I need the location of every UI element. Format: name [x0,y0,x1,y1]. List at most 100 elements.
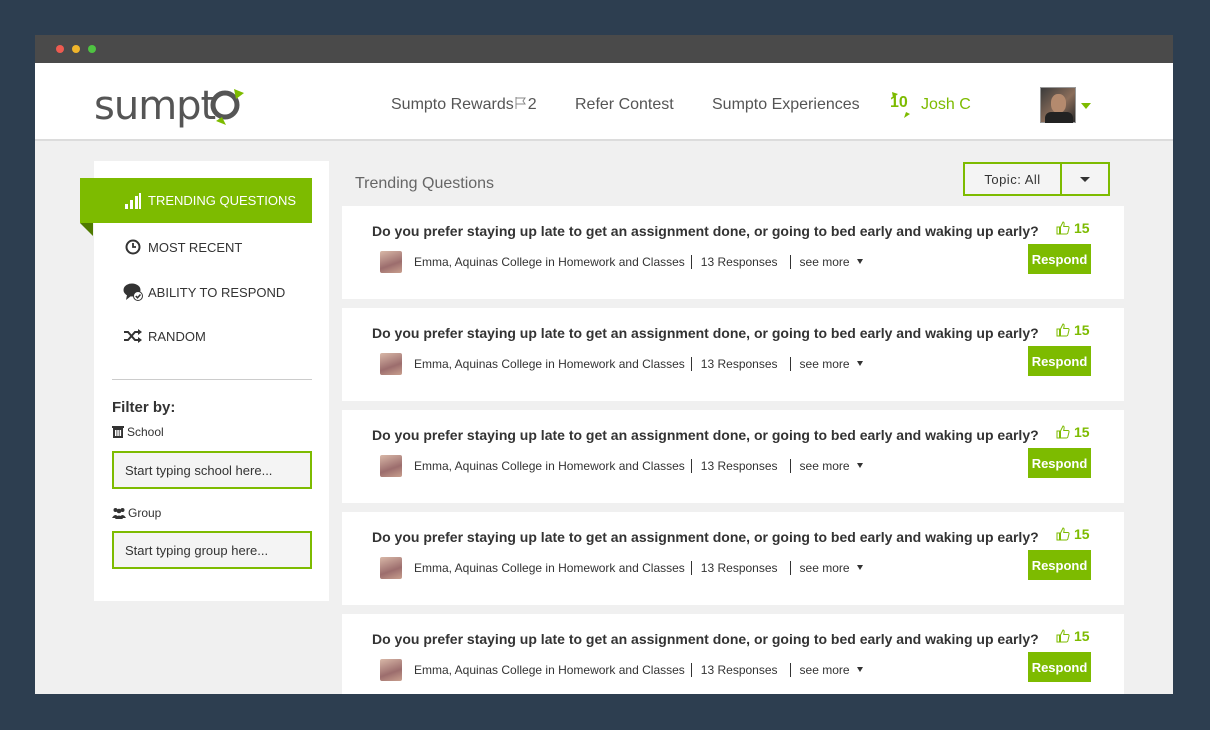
respond-button[interactable]: Respond [1028,244,1091,274]
flag-icon [515,97,526,109]
author-avatar[interactable] [380,659,402,681]
like-button[interactable]: 15 [1056,526,1090,542]
nav-experiences-link[interactable]: Sumpto Experiences [712,96,860,114]
question-card[interactable]: Do you prefer staying up late to get an … [342,206,1124,299]
sidebar-item-most-recent[interactable]: MOST RECENT [123,238,242,256]
see-more-label: see more [799,663,850,677]
see-more-label: see more [799,561,850,575]
author-avatar[interactable] [380,557,402,579]
nav-rewards-label: Sumpto Rewards [391,96,514,113]
response-count[interactable]: 13 Responses [701,459,778,473]
thumbs-up-icon [1056,323,1070,337]
close-window-dot[interactable] [56,45,64,53]
window-titlebar [35,35,1173,63]
avatar[interactable] [1040,87,1076,123]
see-more-label: see more [799,357,850,371]
see-more-link[interactable]: see more [800,255,863,269]
bar-chart-icon [123,192,143,210]
question-text[interactable]: Do you prefer staying up late to get an … [372,325,1039,341]
group-search-input[interactable] [112,531,312,569]
see-more-link[interactable]: see more [800,357,863,371]
like-button[interactable]: 15 [1056,220,1090,236]
question-author[interactable]: Emma, Aquinas College in Homework and Cl… [414,357,685,371]
question-author[interactable]: Emma, Aquinas College in Homework and Cl… [414,255,685,269]
minimize-window-dot[interactable] [72,45,80,53]
meta-separator [789,357,791,371]
topic-selected-value[interactable]: Topic: All [965,164,1062,194]
topic-dropdown-toggle[interactable] [1062,164,1108,194]
logo-icon: sumpt [94,83,244,129]
see-more-label: see more [799,459,850,473]
see-more-link[interactable]: see more [800,663,863,677]
meta-separator [690,459,692,473]
sidebar-item-ability-to-respond[interactable]: ABILITY TO RESPOND [123,283,285,301]
meta-separator [789,561,791,575]
question-author[interactable]: Emma, Aquinas College in Homework and Cl… [414,663,685,677]
author-avatar[interactable] [380,251,402,273]
nav-refer-contest-link[interactable]: Refer Contest [575,96,674,114]
response-count[interactable]: 13 Responses [701,255,778,269]
respond-button[interactable]: Respond [1028,652,1091,682]
browser-window: sumpt Sumpto Rewards 2 Refer Contest Sump… [35,35,1173,694]
response-count[interactable]: 13 Responses [701,663,778,677]
respond-button[interactable]: Respond [1028,550,1091,580]
caret-down-icon [856,361,863,366]
question-text[interactable]: Do you prefer staying up late to get an … [372,631,1039,647]
sumpto-logo[interactable]: sumpt [94,81,250,129]
clock-icon [123,238,143,256]
chat-check-icon [123,283,143,301]
meta-separator [789,663,791,677]
see-more-label: see more [799,255,850,269]
question-text[interactable]: Do you prefer staying up late to get an … [372,529,1039,545]
question-author[interactable]: Emma, Aquinas College in Homework and Cl… [414,561,685,575]
see-more-link[interactable]: see more [800,459,863,473]
question-meta: Emma, Aquinas College in Homework and Cl… [380,251,863,273]
sidebar-item-label: ABILITY TO RESPOND [148,284,286,300]
question-card[interactable]: Do you prefer staying up late to get an … [342,308,1124,401]
group-filter-label: Group [112,506,161,520]
sidebar-divider [112,379,312,380]
caret-down-icon [856,259,863,264]
respond-button[interactable]: Respond [1028,448,1091,478]
sidebar-item-random[interactable]: RANDOM [123,327,206,345]
respond-button[interactable]: Respond [1028,346,1091,376]
like-button[interactable]: 15 [1056,322,1090,338]
like-count: 15 [1074,424,1090,440]
active-tab-fold [80,223,93,236]
question-meta: Emma, Aquinas College in Homework and Cl… [380,353,863,375]
like-count: 15 [1074,628,1090,644]
response-count[interactable]: 13 Responses [701,357,778,371]
see-more-link[interactable]: see more [800,561,863,575]
avatar-body [1045,112,1073,123]
question-author[interactable]: Emma, Aquinas College in Homework and Cl… [414,459,685,473]
question-text[interactable]: Do you prefer staying up late to get an … [372,427,1039,443]
author-avatar[interactable] [380,455,402,477]
sidebar-item-trending-questions[interactable]: TRENDING QUESTIONS [80,178,312,223]
like-button[interactable]: 15 [1056,628,1090,644]
topic-filter-dropdown[interactable]: Topic: All [963,162,1110,196]
caret-down-icon [856,667,863,672]
question-meta: Emma, Aquinas College in Homework and Cl… [380,557,863,579]
question-card[interactable]: Do you prefer staying up late to get an … [342,614,1124,694]
question-text[interactable]: Do you prefer staying up late to get an … [372,223,1039,239]
meta-separator [789,255,791,269]
like-button[interactable]: 15 [1056,424,1090,440]
page-title: Trending Questions [355,175,495,192]
sidebar-item-label: TRENDING QUESTIONS [148,193,297,208]
thumbs-up-icon [1056,527,1070,541]
site-header: sumpt Sumpto Rewards 2 Refer Contest Sump… [35,63,1173,141]
response-count[interactable]: 13 Responses [701,561,778,575]
user-menu-chevron-down-icon[interactable] [1081,103,1091,109]
avatar-face [1051,94,1066,113]
maximize-window-dot[interactable] [88,45,96,53]
school-building-icon [112,426,124,438]
nav-rewards-link[interactable]: Sumpto Rewards 2 [391,96,537,114]
question-card[interactable]: Do you prefer staying up late to get an … [342,410,1124,503]
caret-down-icon [856,463,863,468]
school-search-input[interactable] [112,451,312,489]
question-card[interactable]: Do you prefer staying up late to get an … [342,512,1124,605]
chevron-down-icon [1080,176,1090,182]
author-avatar[interactable] [380,353,402,375]
meta-separator [789,459,791,473]
like-count: 15 [1074,322,1090,338]
